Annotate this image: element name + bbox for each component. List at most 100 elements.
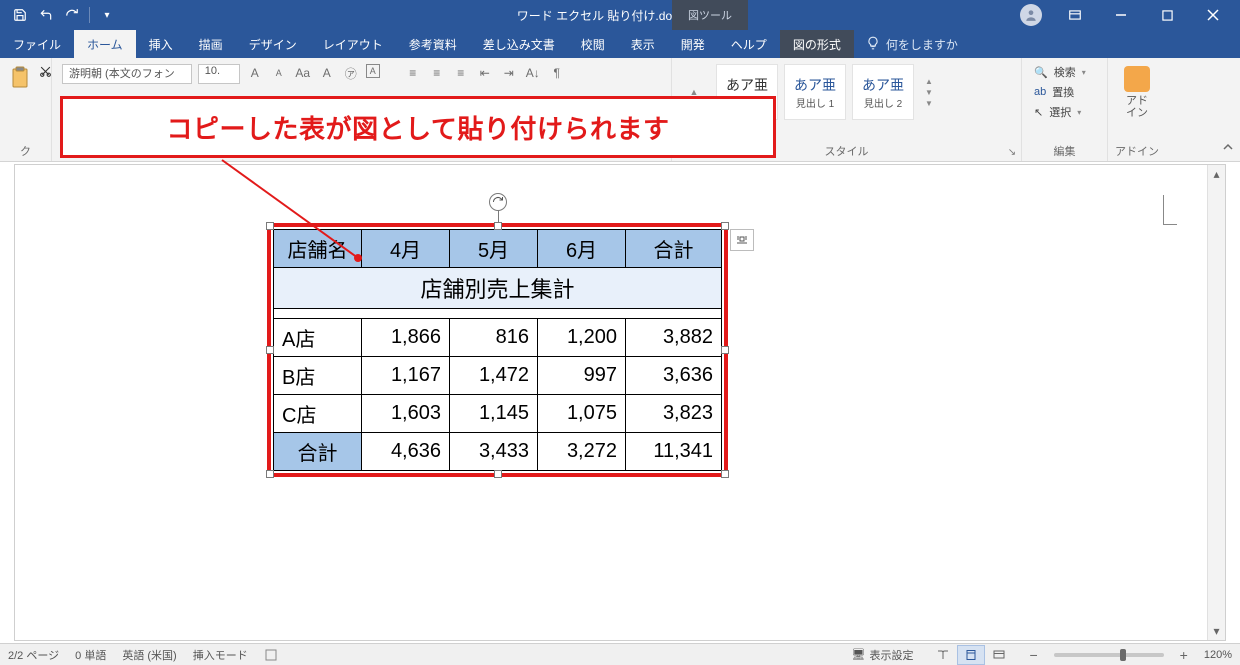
user-avatar[interactable]: [1020, 4, 1042, 26]
display-settings-icon: 🖥: [852, 648, 866, 661]
paste-icon[interactable]: [8, 62, 32, 94]
bullets-icon[interactable]: ≡: [404, 64, 422, 82]
resize-handle[interactable]: [266, 470, 274, 478]
picture-frame: 店舗別売上集計 店舗名 4月 5月 6月 合計 A店: [267, 223, 728, 477]
rotate-handle-icon[interactable]: [489, 193, 507, 211]
decrease-font-icon[interactable]: A: [270, 64, 288, 82]
minimize-button[interactable]: [1098, 0, 1144, 30]
resize-handle[interactable]: [721, 470, 729, 478]
sort-icon[interactable]: A↓: [524, 64, 542, 82]
resize-handle[interactable]: [266, 222, 274, 230]
undo-icon[interactable]: [34, 3, 58, 27]
char-border-icon[interactable]: A: [366, 64, 380, 78]
tab-picture-format[interactable]: 図の形式: [780, 30, 854, 58]
numbering-icon[interactable]: ≡: [428, 64, 446, 82]
tab-draw[interactable]: 描画: [186, 30, 236, 58]
pasted-picture[interactable]: 店舗別売上集計 店舗名 4月 5月 6月 合計 A店: [267, 223, 728, 477]
read-mode-icon[interactable]: [929, 645, 957, 665]
table-footer-row: 合計 4,636 3,433 3,272 11,341: [274, 433, 722, 471]
redo-icon[interactable]: [60, 3, 84, 27]
save-icon[interactable]: [8, 3, 32, 27]
group-editing: 🔍検索▾ ab置換 ↖選択▾ 編集: [1022, 58, 1108, 161]
style-heading-1[interactable]: あア亜 見出し 1: [784, 64, 846, 120]
tab-design[interactable]: デザイン: [236, 30, 310, 58]
phonetic-guide-icon[interactable]: ㋐: [342, 64, 360, 82]
tab-developer[interactable]: 開発: [668, 30, 718, 58]
resize-handle[interactable]: [721, 222, 729, 230]
editing-label: 編集: [1022, 143, 1107, 159]
status-bar: 2/2 ページ 0 単語 英語 (米国) 挿入モード 🖥 表示設定 − + 12…: [0, 643, 1240, 665]
close-button[interactable]: [1190, 0, 1236, 30]
show-marks-icon[interactable]: ¶: [548, 64, 566, 82]
increase-font-icon[interactable]: A: [246, 64, 264, 82]
maximize-button[interactable]: [1144, 0, 1190, 30]
scroll-down-icon[interactable]: ▾: [1208, 622, 1225, 640]
print-layout-icon[interactable]: [957, 645, 985, 665]
zoom-slider[interactable]: [1054, 653, 1164, 657]
margin-marker: [1163, 195, 1177, 225]
resize-handle[interactable]: [266, 346, 274, 354]
sales-table: 店舗別売上集計 店舗名 4月 5月 6月 合計 A店: [273, 229, 722, 471]
table-header-row: 店舗名 4月 5月 6月 合計: [274, 230, 722, 268]
document-area: 店舗別売上集計 店舗名 4月 5月 6月 合計 A店: [14, 164, 1226, 641]
insert-mode[interactable]: 挿入モード: [193, 647, 248, 663]
qat-customize-icon[interactable]: ▾: [95, 3, 119, 27]
table-row: C店 1,603 1,145 1,075 3,823: [274, 395, 722, 433]
style-gallery-more-icon[interactable]: ▼: [925, 99, 933, 108]
find-button[interactable]: 🔍検索▾: [1034, 64, 1093, 80]
page-indicator[interactable]: 2/2 ページ: [8, 647, 59, 663]
style-gallery-up-icon[interactable]: ▲: [925, 77, 933, 86]
decrease-indent-icon[interactable]: ⇤: [476, 64, 494, 82]
tab-view[interactable]: 表示: [618, 30, 668, 58]
table-row: B店 1,167 1,472 997 3,636: [274, 357, 722, 395]
increase-indent-icon[interactable]: ⇥: [500, 64, 518, 82]
zoom-in-button[interactable]: +: [1180, 647, 1188, 663]
tab-layout[interactable]: レイアウト: [310, 30, 396, 58]
layout-options-icon[interactable]: [730, 229, 754, 251]
clear-formatting-icon[interactable]: A: [318, 64, 336, 82]
zoom-slider-thumb[interactable]: [1120, 649, 1126, 661]
tab-home[interactable]: ホーム: [74, 30, 136, 58]
page[interactable]: 店舗別売上集計 店舗名 4月 5月 6月 合計 A店: [15, 165, 1205, 640]
group-clipboard: ク: [0, 58, 52, 161]
select-button[interactable]: ↖選択▾: [1034, 104, 1093, 120]
zoom-out-button[interactable]: −: [1029, 647, 1037, 663]
resize-handle[interactable]: [494, 470, 502, 478]
font-name-select[interactable]: 游明朝 (本文のフォン: [62, 64, 192, 84]
multilevel-icon[interactable]: ≡: [452, 64, 470, 82]
font-size-select[interactable]: 10.: [198, 64, 240, 84]
tab-insert[interactable]: 挿入: [136, 30, 186, 58]
language-indicator[interactable]: 英語 (米国): [122, 647, 176, 663]
resize-handle[interactable]: [494, 222, 502, 230]
tab-review[interactable]: 校閲: [568, 30, 618, 58]
style-gallery-down-icon[interactable]: ▼: [925, 88, 933, 97]
style-heading-2[interactable]: あア亜 見出し 2: [852, 64, 914, 120]
tab-mailings[interactable]: 差し込み文書: [470, 30, 568, 58]
addin-icon[interactable]: [1124, 66, 1150, 92]
zoom-level[interactable]: 120%: [1204, 649, 1232, 661]
web-layout-icon[interactable]: [985, 645, 1013, 665]
display-settings[interactable]: 🖥 表示設定: [852, 647, 914, 663]
tab-help[interactable]: ヘルプ: [718, 30, 780, 58]
macro-record-icon[interactable]: [264, 648, 278, 662]
collapse-ribbon-icon[interactable]: [1222, 142, 1234, 157]
scroll-up-icon[interactable]: ▴: [1208, 165, 1225, 183]
word-count[interactable]: 0 単語: [75, 647, 106, 663]
title-bar: ▾ ワード エクセル 貼り付け.docx - Word 図ツール: [0, 0, 1240, 30]
group-addins: アド イン アドイン: [1108, 58, 1166, 161]
search-icon: 🔍: [1034, 66, 1048, 79]
change-case-icon[interactable]: Aa: [294, 64, 312, 82]
replace-button[interactable]: ab置換: [1034, 84, 1093, 100]
tab-references[interactable]: 参考資料: [396, 30, 470, 58]
vertical-scrollbar[interactable]: ▴ ▾: [1207, 165, 1225, 640]
tell-me-search[interactable]: 何をしますか: [854, 30, 970, 58]
replace-icon: ab: [1034, 86, 1046, 98]
tab-file[interactable]: ファイル: [0, 30, 74, 58]
view-buttons: [929, 645, 1013, 665]
ribbon-tabs: ファイル ホーム 挿入 描画 デザイン レイアウト 参考資料 差し込み文書 校閲…: [0, 30, 1240, 58]
contextual-tab-header: 図ツール: [672, 0, 748, 30]
resize-handle[interactable]: [721, 346, 729, 354]
ribbon-display-options-icon[interactable]: [1052, 0, 1098, 30]
styles-launcher-icon[interactable]: ↘: [1005, 145, 1019, 159]
drawing-tools-label: 図ツール: [688, 7, 732, 23]
